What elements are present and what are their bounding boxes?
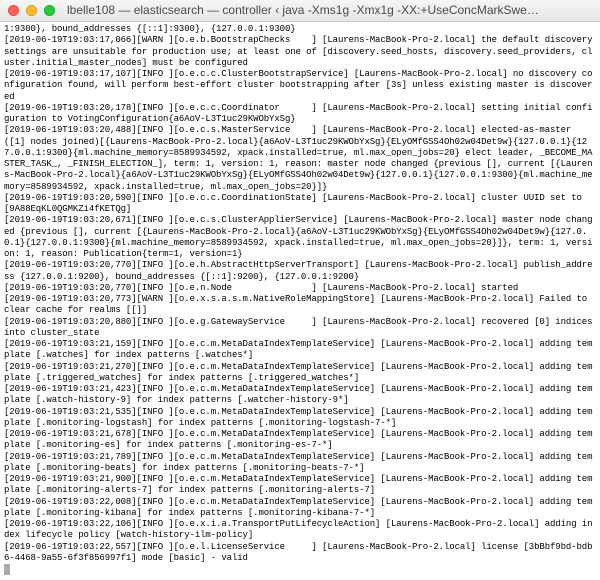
log-line: [2019-06-19T19:03:21,678][INFO ][o.e.c.m…	[4, 429, 596, 452]
log-line: [2019-06-19T19:03:22,008][INFO ][o.e.c.m…	[4, 497, 596, 520]
window-title-bar: lbelle108 — elasticsearch — controller ‹…	[0, 0, 600, 22]
log-line: [2019-06-19T19:03:22,106][INFO ][o.e.x.i…	[4, 519, 596, 542]
zoom-icon[interactable]	[44, 5, 55, 16]
log-line: [2019-06-19T19:03:21,270][INFO ][o.e.c.m…	[4, 362, 596, 385]
traffic-lights	[8, 5, 55, 16]
log-line: 1:9300}, bound_addresses {[::1]:9300}, {…	[4, 24, 596, 35]
cursor-icon	[4, 564, 10, 575]
log-line: [2019-06-19T19:03:17,066][WARN ][o.e.b.B…	[4, 35, 596, 69]
minimize-icon[interactable]	[26, 5, 37, 16]
log-line: [2019-06-19T19:03:20,488][INFO ][o.e.c.s…	[4, 125, 596, 193]
log-line: [2019-06-19T19:03:17,107][INFO ][o.e.c.c…	[4, 69, 596, 103]
log-line: [2019-06-19T19:03:20,590][INFO ][o.e.c.c…	[4, 193, 596, 216]
log-line: [2019-06-19T19:03:20,671][INFO ][o.e.c.s…	[4, 215, 596, 260]
window-title: lbelle108 — elasticsearch — controller ‹…	[67, 3, 592, 18]
log-line: [2019-06-19T19:03:21,535][INFO ][o.e.c.m…	[4, 407, 596, 430]
close-icon[interactable]	[8, 5, 19, 16]
log-line: [2019-06-19T19:03:21,159][INFO ][o.e.c.m…	[4, 339, 596, 362]
log-line: [2019-06-19T19:03:21,900][INFO ][o.e.c.m…	[4, 474, 596, 497]
log-line: [2019-06-19T19:03:20,773][WARN ][o.e.x.s…	[4, 294, 596, 317]
log-line: [2019-06-19T19:03:22,557][INFO ][o.e.l.L…	[4, 542, 596, 565]
log-line: [2019-06-19T19:03:20,770][INFO ][o.e.h.A…	[4, 260, 596, 283]
log-line: [2019-06-19T19:03:21,789][INFO ][o.e.c.m…	[4, 452, 596, 475]
log-line: [2019-06-19T19:03:21,423][INFO ][o.e.c.m…	[4, 384, 596, 407]
terminal-output[interactable]: 1:9300}, bound_addresses {[::1]:9300}, {…	[0, 22, 600, 580]
log-line: [2019-06-19T19:03:20,770][INFO ][o.e.n.N…	[4, 283, 596, 294]
log-line: [2019-06-19T19:03:20,178][INFO ][o.e.c.c…	[4, 103, 596, 126]
log-line: [2019-06-19T19:03:20,880][INFO ][o.e.g.G…	[4, 317, 596, 340]
